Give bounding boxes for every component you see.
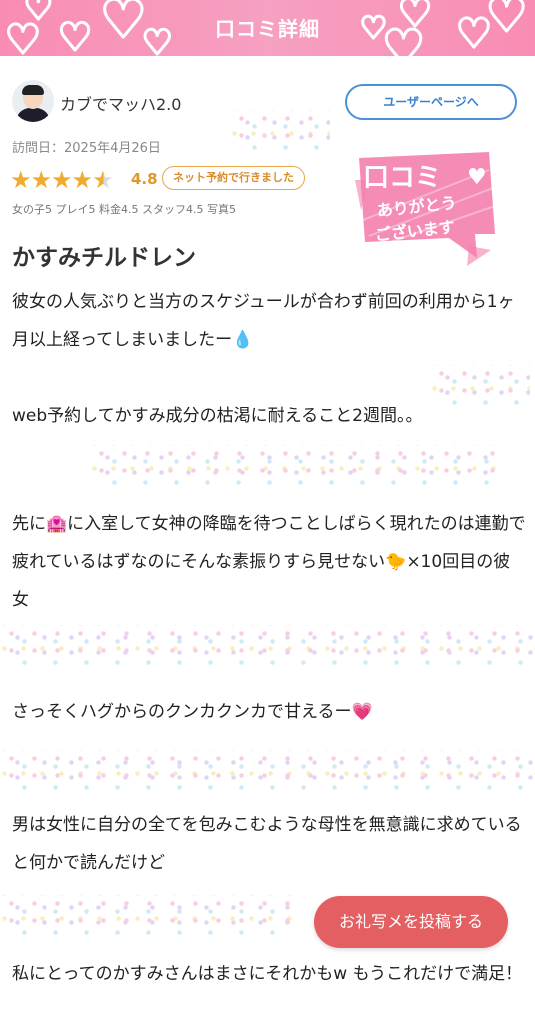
- rating-score: 4.8: [131, 170, 158, 188]
- star-rating: ★★★★★: [10, 166, 114, 194]
- visit-date: 訪問日：2025年4月26日: [12, 141, 161, 156]
- review-paragraph: 男は女性に自分の全てを包みこむような母性を無意識に求めていると何かで読んだけど: [12, 815, 522, 873]
- confetti-decoration: [0, 625, 535, 665]
- thanks-stamp: 口コミ ♥ ありがとう ございます: [355, 152, 496, 266]
- review-title: かすみチルドレン: [12, 245, 196, 271]
- half-star-icon: ★: [92, 166, 113, 194]
- reviewer-row: カブでマッハ2.0 ユーザーページへ: [12, 80, 523, 124]
- review-paragraph: さっそくハグからのクンカクンカで甘えるー💗: [12, 702, 373, 722]
- star-icon: ★: [30, 166, 52, 194]
- reviewer-name[interactable]: カブでマッハ2.0: [60, 91, 181, 115]
- stamp-line1: 口コミ: [363, 163, 441, 193]
- confetti-decoration: [0, 895, 300, 935]
- star-icon: ★: [51, 166, 72, 194]
- star-icon: ★: [10, 166, 31, 194]
- review-paragraph: web予約してかすみ成分の枯渇に耐えること2週間。。: [12, 406, 423, 426]
- rating-row: ★★★★★ 4.8 ネット予約で行きました: [10, 166, 350, 194]
- confetti-decoration: [0, 750, 535, 790]
- review-paragraph: 先に🏩に入室して女神の降臨を待つことしばらく現れたのは連勤で疲れているはずなのに…: [12, 514, 526, 610]
- score-breakdown: 女の子5 プレイ5 料金4.5 スタッフ4.5 写真5: [12, 203, 236, 216]
- header-bar: ♥ ♥ ♥ ♥ ♥ ♥ ♥ ♥ ♥ ♥ 口コミ詳細: [0, 0, 535, 56]
- avatar: [12, 80, 54, 122]
- heart-icon: ♥: [467, 165, 487, 190]
- review-paragraph: 私にとってのかすみさんはまさにそれかもw もうこれだけで満足！: [12, 964, 523, 984]
- user-page-button[interactable]: ユーザーページへ: [345, 84, 517, 120]
- net-reservation-badge: ネット予約で行きました: [162, 166, 305, 190]
- star-icon: ★: [71, 166, 93, 194]
- review-paragraph: 彼女の人気ぶりと当方のスケジュールが合わず前回の利用から1ヶ月以上経ってしまいま…: [12, 292, 515, 350]
- page-title: 口コミ詳細: [215, 17, 320, 41]
- post-photo-button[interactable]: お礼写メを投稿する: [314, 896, 508, 948]
- confetti-decoration: [90, 445, 510, 485]
